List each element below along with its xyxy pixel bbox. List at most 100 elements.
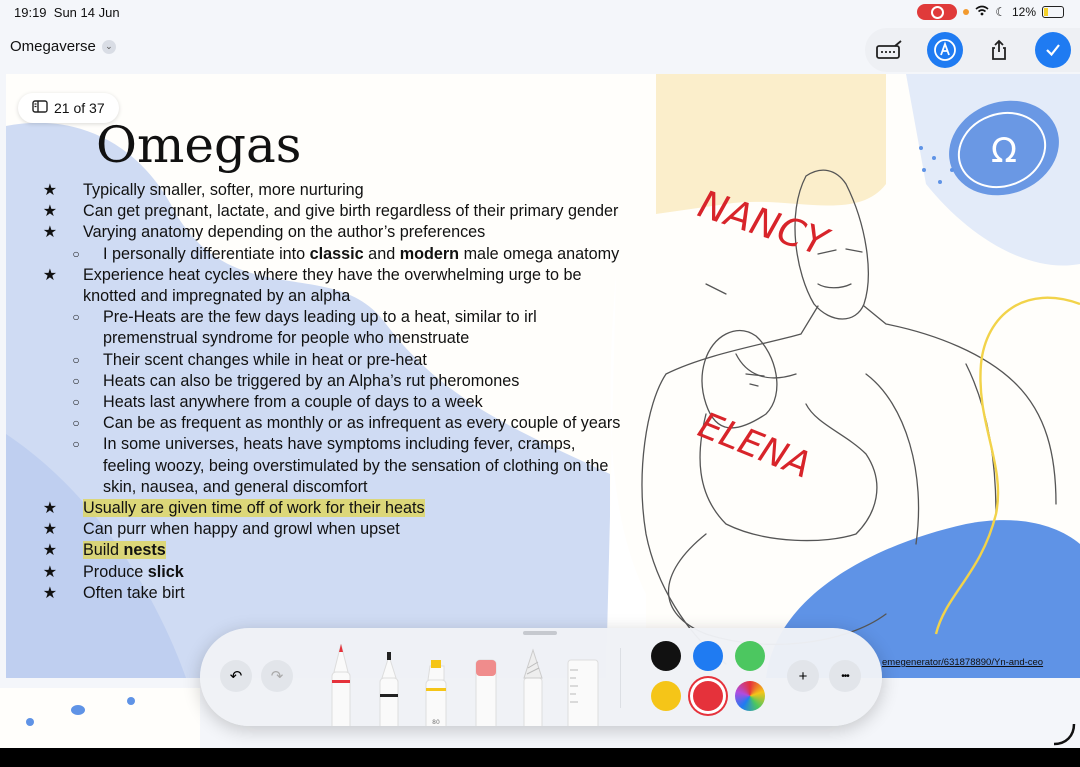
bold-text: nests [123,541,166,560]
text-span: male omega anatomy [459,244,620,263]
text-span: Produce [83,562,148,581]
markup-icon[interactable] [927,32,963,68]
text-span: Build [83,541,124,560]
bullet-text: Varying anatomy depending on the author’… [83,223,485,241]
star-bullet-icon: ★ [42,520,58,539]
svg-text:80: 80 [432,719,440,726]
document-title[interactable]: Omegaverse ⌄ [10,38,116,55]
bullet-text: Heats can also be triggered by an Alpha’… [103,372,519,390]
sub-bullet-item: ○ Can be as frequent as monthly or as inf… [36,413,626,434]
circle-bullet-icon: ○ [72,352,80,367]
bullet-text: Can be as frequent as monthly or as infr… [103,414,620,432]
done-check-icon[interactable] [1035,32,1071,68]
color-blue-swatch[interactable] [693,641,723,671]
circle-bullet-icon: ○ [72,395,80,410]
toolbar-grabber[interactable] [523,631,557,635]
text-span: and [363,244,400,263]
bullet-item: ★ Usually are given time off of work for … [36,498,626,519]
text-span: Experience heat cycles where they have t… [83,265,582,306]
star-bullet-icon: ★ [42,202,58,221]
text-span: Their scent changes while in heat or pre… [103,350,427,369]
battery-percent: 12% [1011,5,1036,19]
drawing-toolbar: ↶ ↷ 80 + ••• [200,628,882,726]
bottom-bar [0,748,1080,767]
bullet-item: ★ Can get pregnant, lactate, and give bir… [36,201,626,222]
star-bullet-icon: ★ [42,223,58,242]
sidebar-icon [32,100,48,116]
text-span: In some universes, heats have symptoms i… [103,435,609,496]
undo-button[interactable]: ↶ [220,660,252,692]
chevron-down-icon[interactable]: ⌄ [101,39,116,54]
circle-bullet-icon: ○ [72,416,80,431]
bullet-text: Pre-Heats are the few days leading up to… [103,308,537,347]
color-yellow-swatch[interactable] [651,681,681,711]
star-bullet-icon: ★ [42,562,58,581]
ruler-tool[interactable] [567,659,599,726]
color-black-swatch[interactable] [651,641,681,671]
star-bullet-icon: ★ [42,181,58,199]
moon-icon: ☾ [995,5,1006,19]
color-picker-swatch[interactable] [735,681,765,711]
resize-corner-icon[interactable] [1050,718,1080,748]
color-red-swatch-selected[interactable] [693,681,723,711]
text-span: Can purr when happy and growl when upset [83,520,400,539]
color-green-swatch[interactable] [735,641,765,671]
highlighter-tool[interactable]: 80 [425,660,447,726]
pen-red-tool[interactable] [331,643,351,726]
text-span: Typically smaller, softer, more nurturin… [83,181,364,199]
sub-bullet-item: ○ Heats can also be triggered by an Alpha… [36,371,626,392]
bullet-text: Experience heat cycles where they have t… [83,266,582,305]
bullet-item: ★ Often take birt [36,583,626,604]
bullet-text: Often take birt [83,584,185,602]
text-span: Can get pregnant, lactate, and give birt… [83,202,619,221]
bullet-text: Can get pregnant, lactate, and give birt… [83,202,618,220]
status-bar: 19:19 Sun 14 Jun ☾ 12% [0,0,1080,26]
status-indicators: ☾ 12% [917,4,1064,20]
bullet-text: Their scent changes while in heat or pre… [103,351,427,369]
screen-record-icon[interactable] [917,4,958,20]
more-options-button[interactable]: ••• [829,660,861,692]
page-counter-label: 21 of 37 [54,100,105,116]
image-credit-link[interactable]: emegenerator/631878890/Yn-and-ceo [882,657,1043,668]
wifi-icon [975,5,989,19]
redo-button[interactable]: ↷ [261,660,293,692]
tool-tray: 80 [320,638,610,726]
star-bullet-icon: ★ [42,499,58,518]
status-time: 19:19 Sun 14 Jun [14,5,120,20]
text-span: Varying anatomy depending on the author’… [83,223,486,242]
bullet-item: ★ Produce slick [36,562,626,583]
bullet-item: ★ Build nests [36,540,626,561]
bullet-text: Usually are given time off of work for t… [83,499,425,518]
slide-heading: Omegas [96,116,302,174]
circle-bullet-icon: ○ [72,310,80,325]
keyboard-pen-icon[interactable] [871,32,907,68]
bullet-item: ★ Can purr when happy and growl when upse… [36,519,626,540]
top-tools [865,28,1080,72]
text-span: Often take birt [83,583,185,602]
add-tool-button[interactable]: + [787,660,819,692]
bold-text: slick [147,562,184,581]
bullet-item: ★ Experience heat cycles where they have … [36,265,626,307]
bottom-decoration [0,688,200,748]
eraser-tool[interactable] [475,659,497,726]
omega-logo-text: Ω [991,131,1017,171]
bullet-text: Can purr when happy and growl when upset [83,520,400,538]
bullet-text: Heats last anywhere from a couple of day… [103,393,483,411]
text-span: Heats can also be triggered by an Alpha’… [103,371,520,390]
handwriting-elena: ELENA [693,405,817,487]
sub-bullet-item: ○ I personally differentiate into classic… [36,244,626,265]
bullet-item: ★ Typically smaller, softer, more nurturi… [36,180,626,201]
bold-text: classic [309,244,364,263]
fineliner-tool[interactable] [379,652,399,726]
document-toolbar: Omegaverse ⌄ [0,26,1080,72]
bullet-text: Typically smaller, softer, more nurturin… [83,181,364,199]
pencil-tool[interactable] [523,648,543,726]
text-span: Usually are given time off of work for t… [83,499,425,518]
bullet-list: ★ Typically smaller, softer, more nurturi… [36,180,626,604]
text-span: Heats last anywhere from a couple of day… [103,393,483,412]
page-counter[interactable]: 21 of 37 [18,93,119,123]
bullet-text: Produce slick [83,563,184,581]
sub-bullet-item: ○ Their scent changes while in heat or pr… [36,350,626,371]
battery-icon [1042,6,1064,18]
share-icon[interactable] [981,32,1017,68]
